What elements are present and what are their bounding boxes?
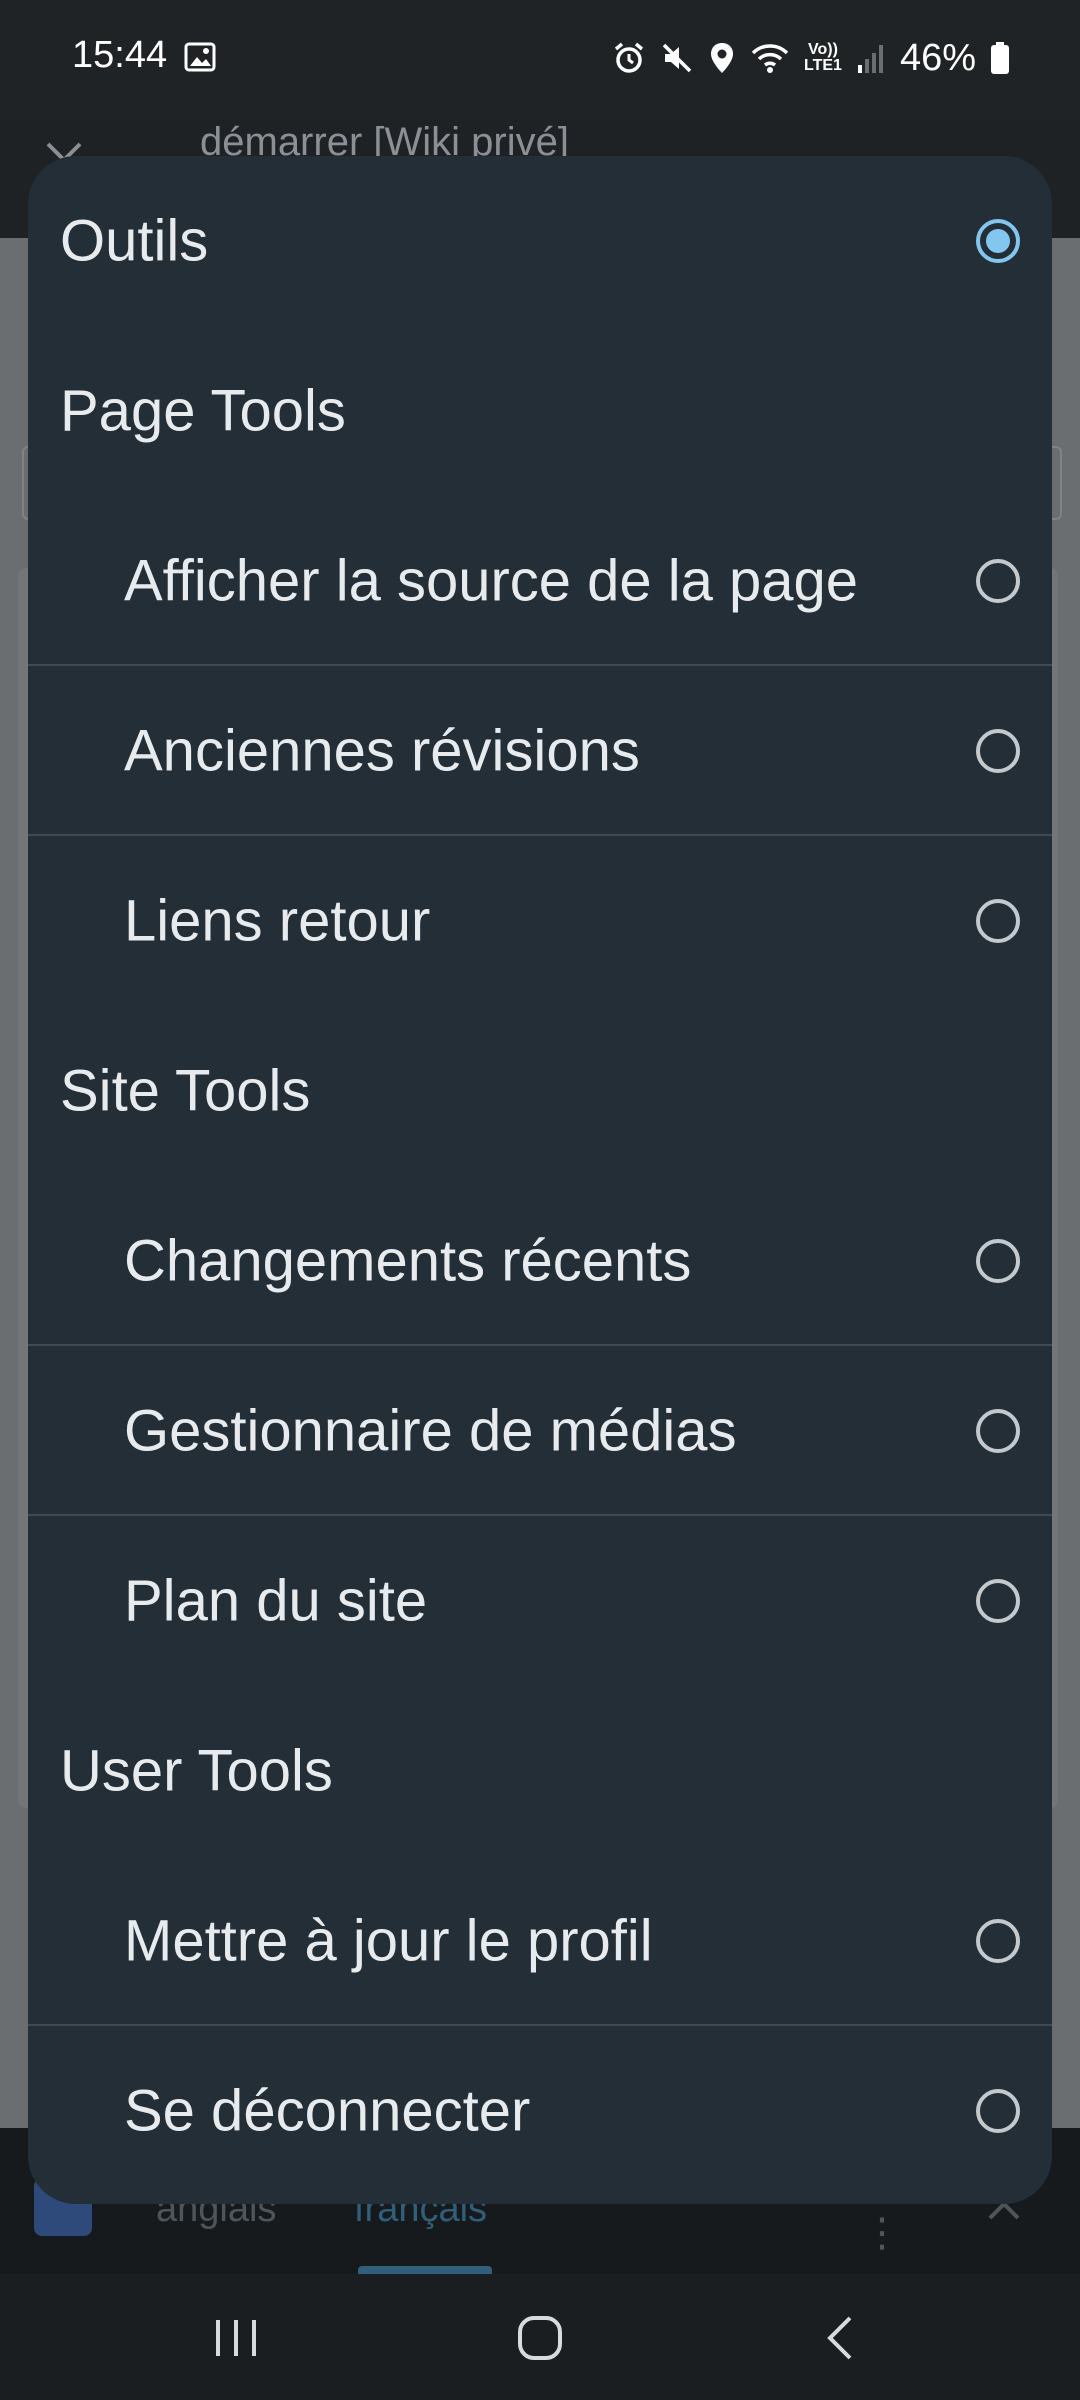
alarm-icon [614, 42, 644, 73]
menu-item-plan-du-site[interactable]: Plan du site [28, 1516, 1052, 1686]
lte-label: LTE1 [804, 57, 842, 74]
menu-item-se-deconnecter[interactable]: Se déconnecter [28, 2026, 1052, 2196]
section-header-page-tools: Page Tools [28, 326, 1052, 496]
menu-item-label: Liens retour [124, 888, 431, 954]
wifi-icon [751, 44, 789, 73]
status-bar: 15:44 Vo)) LTE1 46% [0, 0, 1080, 120]
menu-item-label: Plan du site [124, 1568, 428, 1634]
radio-selected-icon[interactable] [976, 219, 1020, 263]
section-header-label: User Tools [60, 1738, 333, 1804]
menu-item-label: Se déconnecter [124, 2078, 531, 2144]
section-header-label: Page Tools [60, 378, 346, 444]
menu-item-label: Afficher la source de la page [124, 548, 859, 614]
menu-item-anciennes-revisions[interactable]: Anciennes révisions [28, 666, 1052, 836]
mute-icon [662, 43, 692, 73]
menu-item-gestionnaire-medias[interactable]: Gestionnaire de médias [28, 1346, 1052, 1516]
status-icons: Vo)) LTE1 46% [612, 34, 1010, 82]
navigation-bar [0, 2274, 1080, 2400]
section-header-site-tools: Site Tools [28, 1006, 1052, 1176]
status-time: 15:44 [72, 34, 168, 76]
radio-unselected-icon[interactable] [976, 729, 1020, 773]
section-header-user-tools: User Tools [28, 1686, 1052, 1856]
section-header-label: Site Tools [60, 1058, 311, 1124]
menu-item-outils[interactable]: Outils [28, 156, 1052, 326]
radio-unselected-icon[interactable] [976, 2089, 1020, 2133]
menu-item-label: Changements récents [124, 1228, 692, 1294]
menu-item-afficher-source[interactable]: Afficher la source de la page [28, 496, 1052, 666]
battery-percent: 46% [899, 36, 976, 79]
recents-icon[interactable] [196, 2308, 276, 2368]
radio-unselected-icon[interactable] [976, 1919, 1020, 1963]
menu-item-label: Anciennes révisions [124, 718, 640, 784]
home-icon[interactable] [500, 2308, 580, 2368]
selected-tab-indicator [358, 2266, 492, 2274]
menu-item-mettre-a-jour-profil[interactable]: Mettre à jour le profil [28, 1856, 1052, 2026]
back-icon[interactable] [800, 2308, 880, 2368]
menu-item-label: Mettre à jour le profil [124, 1908, 653, 1974]
more-options-icon[interactable]: ⋮ [862, 2210, 902, 2256]
menu-item-label: Outils [60, 208, 209, 274]
radio-unselected-icon[interactable] [976, 1239, 1020, 1283]
menu-item-changements-recents[interactable]: Changements récents [28, 1176, 1052, 1346]
radio-unselected-icon[interactable] [976, 559, 1020, 603]
signal-icon [857, 45, 883, 73]
menu-item-liens-retour[interactable]: Liens retour [28, 836, 1052, 1006]
battery-icon [991, 42, 1009, 74]
radio-unselected-icon[interactable] [976, 899, 1020, 943]
network-type: Vo)) LTE1 [804, 42, 842, 74]
gallery-icon [184, 42, 216, 72]
menu-item-label: Gestionnaire de médias [124, 1398, 737, 1464]
location-icon [711, 43, 733, 73]
volte-label: Vo)) [808, 41, 838, 58]
radio-unselected-icon[interactable] [976, 1409, 1020, 1453]
radio-unselected-icon[interactable] [976, 1579, 1020, 1623]
tools-dialog: Outils Page Tools Afficher la source de … [28, 156, 1052, 2204]
